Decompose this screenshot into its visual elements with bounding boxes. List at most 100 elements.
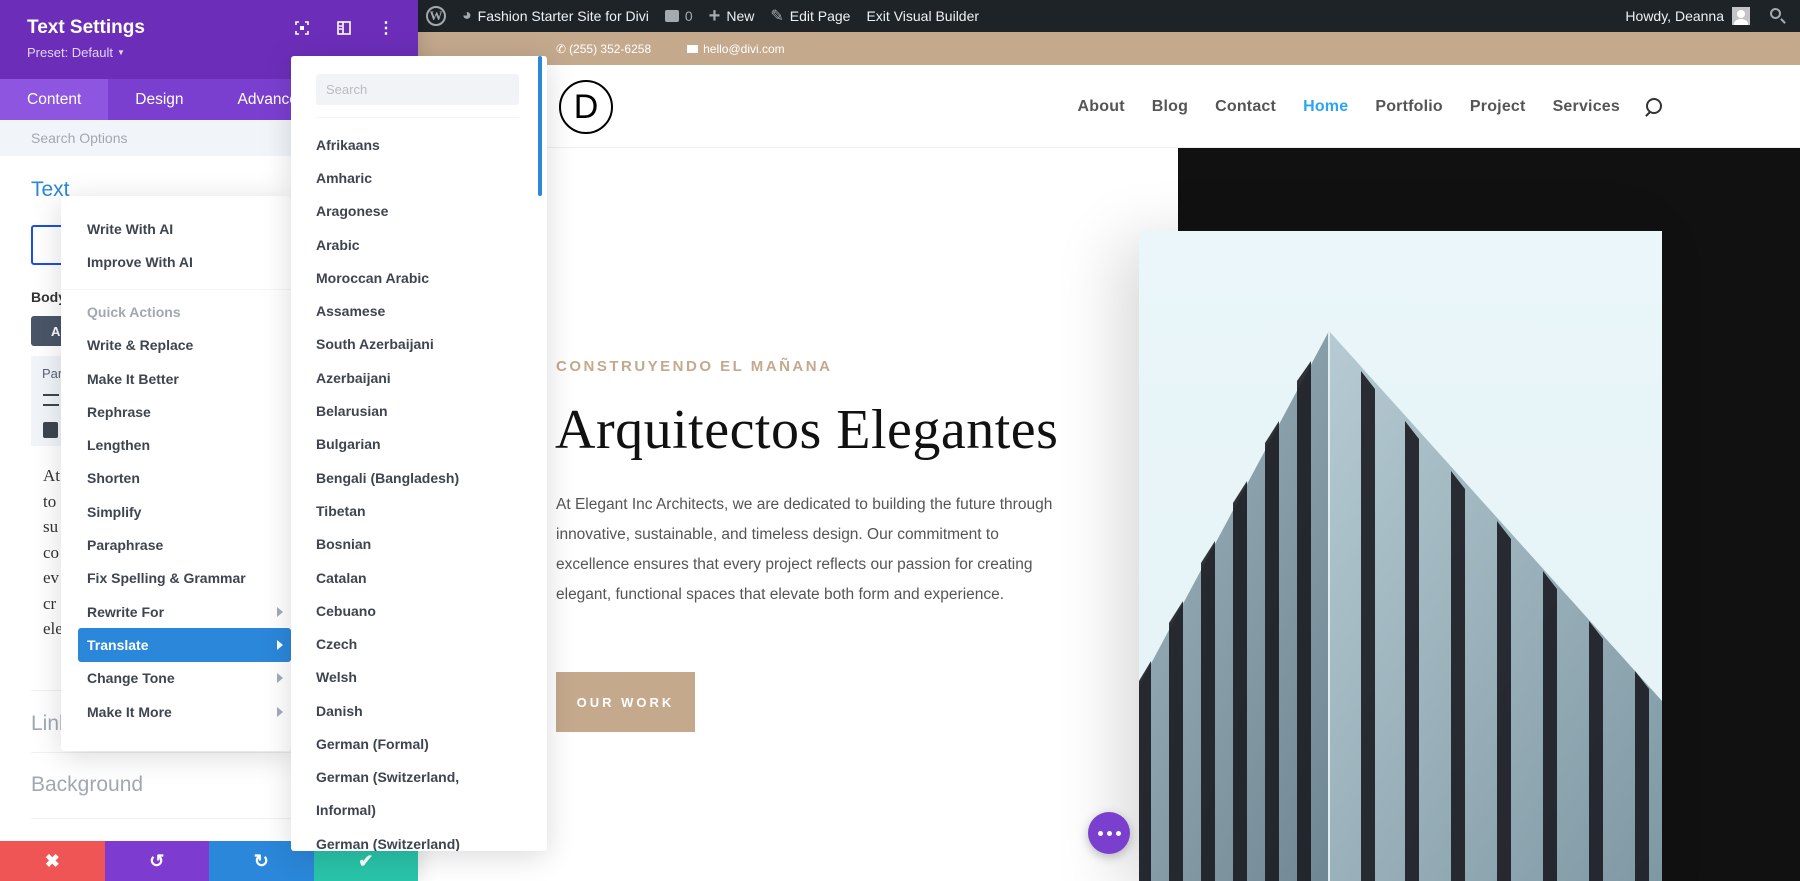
menu-item-make-it-more[interactable]: Make It More — [61, 695, 291, 728]
language-search-input[interactable] — [316, 74, 519, 105]
site-logo[interactable]: D — [559, 80, 613, 134]
menu-item-label: Write & Replace — [87, 337, 194, 354]
language-option[interactable]: Bengali (Bangladesh) — [291, 461, 547, 494]
ai-context-menu: Write With AI Improve With AI Quick Acti… — [61, 196, 291, 751]
envelope-icon — [687, 44, 699, 53]
menu-item-change-tone[interactable]: Change Tone — [61, 662, 291, 695]
user-account-menu[interactable]: Howdy, Deanna — [1617, 0, 1758, 32]
language-option[interactable]: German (Switzerland, Informal) — [291, 761, 491, 828]
language-option[interactable]: Assamese — [291, 294, 547, 327]
phone-contact[interactable]: ✆ (255) 352-6258 — [556, 42, 669, 56]
dot-icon — [1115, 830, 1121, 836]
menu-item-improve-with-ai[interactable]: Improve With AI — [61, 245, 291, 278]
more-vertical-icon[interactable]: ⋮ — [376, 18, 396, 38]
menu-item-label: Rephrase — [87, 403, 151, 420]
edit-page-label: Edit Page — [789, 8, 851, 24]
comment-bubble-icon — [664, 10, 679, 22]
menu-item-rewrite-for[interactable]: Rewrite For — [61, 595, 291, 628]
language-option[interactable]: German (Formal) — [291, 727, 547, 760]
nav-home[interactable]: Home — [1303, 98, 1348, 116]
plus-icon: + — [708, 4, 721, 27]
phone-number: (255) 352-6258 — [569, 41, 652, 56]
language-option[interactable]: South Azerbaijani — [291, 328, 547, 361]
editor-line: co — [43, 542, 60, 562]
menu-item-shorten[interactable]: Shorten — [61, 462, 291, 495]
exit-visual-builder-link[interactable]: Exit Visual Builder — [858, 0, 987, 32]
paragraph-format-select[interactable]: Par — [42, 366, 62, 381]
menu-item-write-with-ai[interactable]: Write With AI — [61, 212, 291, 245]
tab-design[interactable]: Design — [108, 79, 210, 120]
editor-content-preview[interactable]: At to su co ev cr ele — [43, 463, 63, 642]
fullscreen-icon[interactable] — [292, 18, 312, 38]
site-search-icon[interactable] — [1644, 97, 1662, 116]
tab-content[interactable]: Content — [0, 79, 109, 120]
skyscraper-illustration — [1139, 331, 1662, 881]
language-option[interactable]: Arabic — [291, 228, 547, 261]
language-option[interactable]: Aragonese — [291, 195, 547, 228]
language-option[interactable]: Afrikaans — [291, 128, 547, 161]
language-option[interactable]: Danish — [291, 694, 547, 727]
menu-item-label: Lengthen — [87, 437, 150, 454]
menu-item-lengthen[interactable]: Lengthen — [61, 428, 291, 461]
split-view-icon[interactable] — [334, 18, 354, 38]
menu-item-label: Translate — [87, 636, 149, 653]
hero-title: Arquitectos Elegantes — [555, 399, 1059, 461]
language-option[interactable]: Cebuano — [291, 594, 547, 627]
language-option[interactable]: Tibetan — [291, 494, 547, 527]
search-options-placeholder: Search Options — [31, 130, 128, 146]
site-name-link[interactable]: ◕ Fashion Starter Site for Divi — [454, 0, 657, 32]
language-option[interactable]: Bulgarian — [291, 428, 547, 461]
menu-item-translate[interactable]: Translate — [78, 628, 291, 662]
admin-search-button[interactable] — [1758, 0, 1800, 32]
menu-item-label: Simplify — [87, 503, 142, 520]
language-option[interactable]: Bosnian — [291, 528, 547, 561]
nav-portfolio[interactable]: Portfolio — [1375, 98, 1443, 116]
nav-services[interactable]: Services — [1553, 98, 1620, 116]
builder-more-options-button[interactable] — [1088, 812, 1130, 854]
language-option[interactable]: Moroccan Arabic — [291, 261, 547, 294]
align-left-icon[interactable] — [43, 394, 59, 406]
menu-item-fix-spelling-grammar[interactable]: Fix Spelling & Grammar — [61, 562, 291, 595]
menu-item-write-replace[interactable]: Write & Replace — [61, 329, 291, 362]
cancel-button[interactable]: ✖ — [0, 841, 105, 881]
email-contact[interactable]: hello@divi.com — [687, 42, 803, 56]
top-info-bar: ✆ (255) 352-6258 hello@divi.com — [418, 32, 1800, 65]
language-option[interactable]: Amharic — [291, 161, 547, 194]
menu-item-simplify[interactable]: Simplify — [61, 495, 291, 528]
exit-visual-builder-label: Exit Visual Builder — [866, 8, 980, 24]
language-option[interactable]: Czech — [291, 627, 547, 660]
section-background-heading[interactable]: Background — [31, 773, 143, 797]
menu-item-rephrase[interactable]: Rephrase — [61, 395, 291, 428]
check-icon: ✔ — [358, 850, 374, 871]
nav-about[interactable]: About — [1078, 98, 1125, 116]
language-option[interactable]: Welsh — [291, 661, 547, 694]
language-list-scrollbar[interactable] — [538, 56, 542, 196]
site-header: D About Blog Contact Home Portfolio Proj… — [418, 65, 1800, 148]
dot-icon — [1106, 830, 1112, 836]
language-option[interactable]: Belarusian — [291, 394, 547, 427]
greeting: Howdy, Deanna — [1625, 8, 1724, 24]
editor-line: ele — [43, 619, 63, 638]
language-option[interactable]: Azerbaijani — [291, 361, 547, 394]
language-option[interactable]: German (Switzerland) — [291, 827, 547, 851]
menu-item-label: Make It Better — [87, 370, 179, 387]
undo-button[interactable]: ↺ — [104, 841, 209, 881]
menu-item-make-it-better[interactable]: Make It Better — [61, 362, 291, 395]
new-content-link[interactable]: + New — [701, 0, 763, 32]
paste-text-icon[interactable] — [43, 422, 58, 438]
building-photo — [1139, 231, 1662, 881]
comments-link[interactable]: 0 — [657, 0, 701, 32]
nav-blog[interactable]: Blog — [1152, 98, 1188, 116]
dashboard-gauge-icon: ◕ — [462, 7, 472, 24]
submenu-arrow-icon — [277, 673, 283, 684]
nav-contact[interactable]: Contact — [1215, 98, 1276, 116]
wordpress-logo-button[interactable]: W — [418, 0, 454, 32]
nav-project[interactable]: Project — [1470, 98, 1526, 116]
menu-item-paraphrase[interactable]: Paraphrase — [61, 528, 291, 561]
main-navigation: About Blog Contact Home Portfolio Projec… — [1051, 65, 1662, 148]
language-option[interactable]: Catalan — [291, 561, 547, 594]
menu-item-label: Rewrite For — [87, 603, 165, 620]
edit-page-link[interactable]: ✎ Edit Page — [762, 0, 858, 32]
our-work-button[interactable]: OUR WORK — [556, 672, 695, 732]
site-name: Fashion Starter Site for Divi — [477, 8, 649, 24]
